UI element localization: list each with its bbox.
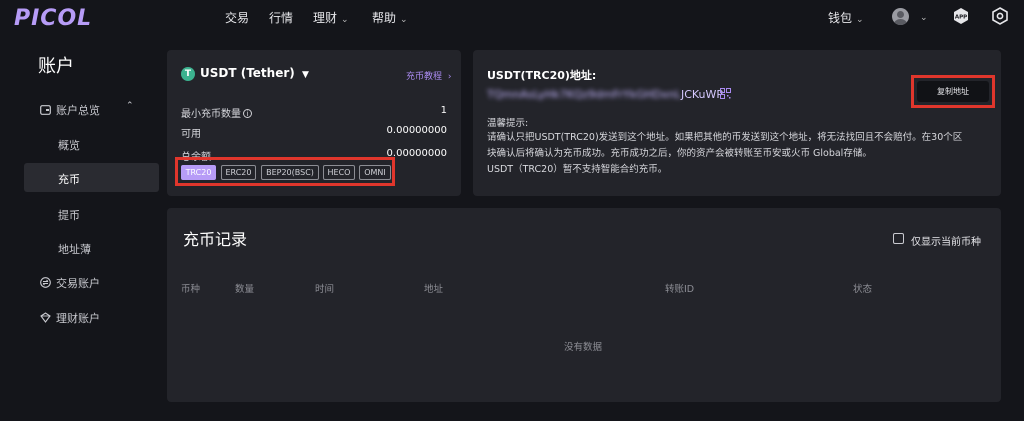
nav-trade-label: 交易 (225, 11, 250, 25)
avatar[interactable] (892, 8, 909, 25)
records-title: 充币记录 (183, 230, 248, 249)
available-label: 可用 (181, 129, 201, 140)
tether-coin-icon: T (181, 67, 195, 81)
app-download-icon[interactable]: APP (952, 7, 970, 25)
sidebar-item-deposit-label[interactable]: 充币 (58, 171, 80, 187)
sidebar-item-account-overview[interactable]: 账户总览 (40, 102, 100, 118)
nav-market-label: 行情 (269, 11, 294, 25)
current-coin-only-checkbox[interactable] (893, 233, 904, 244)
nav-wallet-label: 钱包 (828, 11, 853, 25)
top-navbar: PICOL 交易 行情 理财 ⌄ 帮助 ⌄ 钱包 ⌄ ⌄ APP (0, 0, 1024, 34)
tip-line: 块确认后将确认为充币成功。充币成功之后，你的资产会被转账至币安或火币 Globa… (487, 148, 872, 159)
nav-market[interactable]: 行情 (269, 9, 293, 26)
deposit-address[interactable]: TQmnAsLyHk7KQz9dmFrYkGHDxnLJCKuWP (487, 88, 723, 101)
deposit-tutorial-label: 充币教程 (406, 72, 443, 82)
min-deposit-label-text: 最小充币数量 (181, 109, 241, 120)
sidebar-item-label: 账户总览 (56, 104, 100, 117)
sidebar-item-withdraw[interactable]: 提币 (58, 207, 80, 223)
chevron-down-icon: ⌄ (341, 15, 349, 25)
nav-help[interactable]: 帮助 ⌄ (372, 9, 408, 26)
empty-state-text: 没有数据 (564, 342, 603, 353)
min-deposit-label: 最小充币数量 i (181, 105, 252, 120)
sidebar-item-trading-account[interactable]: 交易账户 (40, 275, 100, 291)
brand-logo[interactable]: PICOL (14, 6, 92, 31)
chevron-down-icon: ⌄ (400, 15, 408, 25)
sidebar-title: 账户 (38, 56, 74, 77)
sidebar-item-finance-account[interactable]: 理财账户 (40, 310, 100, 326)
nav-finance[interactable]: 理财 ⌄ (313, 9, 349, 26)
total-balance-value: 0.00000000 (386, 148, 447, 159)
copy-address-button[interactable]: 复制地址 (917, 81, 989, 102)
sidebar-item-label: 地址薄 (58, 243, 91, 256)
column-header-amount: 数量 (235, 284, 255, 295)
chain-tag-omni[interactable]: OMNI (359, 165, 391, 180)
sidebar-item-label: 理财账户 (56, 312, 100, 325)
tip-line: 请确认只把USDT(TRC20)发送到这个地址。如果把其他的币发送到这个地址，将… (487, 132, 963, 143)
column-header-txid: 转账ID (665, 284, 695, 295)
sidebar-item-overview[interactable]: 概览 (58, 137, 80, 153)
tip-line: USDT（TRC20）暂不支持智能合约充币。 (487, 164, 668, 175)
info-icon[interactable]: i (243, 109, 252, 118)
address-masked-part: TQmnAsLyHk7KQz9dmFrYkGHDxnL (487, 88, 681, 101)
chain-tag-trc20[interactable]: TRC20 (181, 165, 216, 180)
deposit-tutorial-link[interactable]: 充币教程 › (406, 69, 452, 82)
current-coin-only-label[interactable]: 仅显示当前币种 (911, 233, 981, 248)
column-header-address: 地址 (424, 284, 444, 295)
chevron-down-icon: ⌄ (920, 13, 928, 23)
available-value: 0.00000000 (386, 125, 447, 136)
sidebar-item-label: 提币 (58, 209, 80, 222)
deposit-records-card (167, 208, 1001, 402)
nav-wallet[interactable]: 钱包 ⌄ (828, 9, 864, 26)
column-header-coin: 币种 (181, 284, 201, 295)
sidebar-item-label: 概览 (58, 139, 80, 152)
column-header-time: 时间 (315, 284, 335, 295)
address-title: USDT(TRC20)地址: (487, 69, 597, 82)
finance-icon (40, 312, 51, 323)
wallet-icon (40, 105, 51, 115)
chevron-up-icon[interactable]: ⌃ (126, 101, 134, 111)
coin-selector-label: USDT (Tether) (200, 66, 295, 80)
account-menu-toggle[interactable]: ⌄ (916, 9, 928, 23)
column-header-status: 状态 (853, 284, 873, 295)
chevron-right-icon: › (447, 72, 452, 82)
chevron-down-icon: ⌄ (856, 15, 864, 25)
nav-finance-label: 理财 (313, 11, 338, 25)
address-visible-part: JCKuWP (680, 88, 724, 101)
nav-help-label: 帮助 (372, 11, 397, 25)
sidebar-item-address-book[interactable]: 地址薄 (58, 241, 91, 257)
sidebar-item-deposit[interactable] (24, 163, 159, 192)
tip-title: 温馨提示: (487, 118, 529, 129)
settings-icon[interactable] (991, 7, 1009, 25)
coin-selector[interactable]: USDT (Tether) ▼ (200, 66, 309, 80)
chain-tag-bep20[interactable]: BEP20(BSC) (261, 165, 319, 180)
exchange-icon (40, 277, 51, 288)
sidebar-item-label: 交易账户 (56, 277, 100, 290)
qr-code-icon[interactable] (720, 88, 731, 99)
app-icon-text: APP (955, 15, 967, 21)
nav-trade[interactable]: 交易 (225, 9, 249, 26)
min-deposit-value: 1 (440, 105, 447, 116)
chain-tag-erc20[interactable]: ERC20 (221, 165, 256, 180)
chain-tag-heco[interactable]: HECO (323, 165, 355, 180)
caret-down-icon: ▼ (301, 70, 309, 80)
